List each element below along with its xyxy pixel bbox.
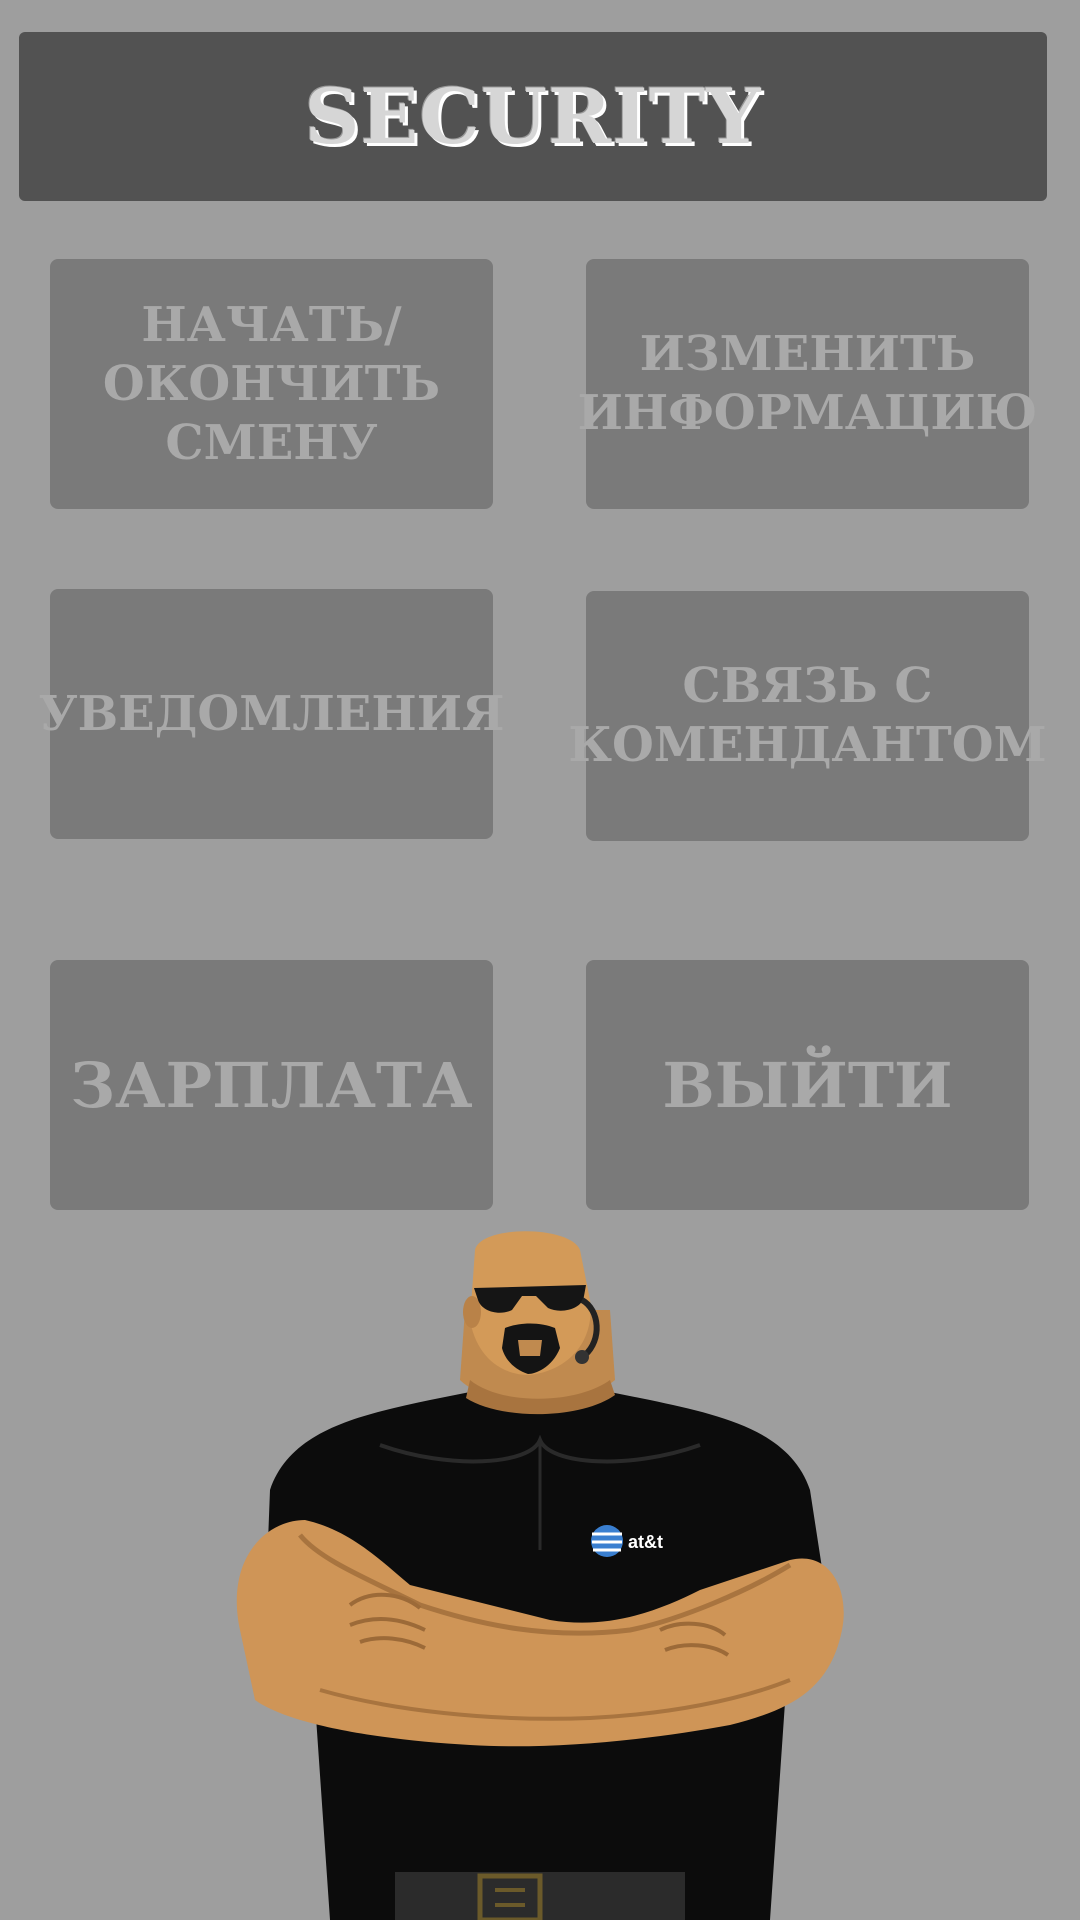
start-end-shift-button[interactable]: НАЧАТЬ/ ОКОНЧИТЬ СМЕНУ — [50, 259, 493, 509]
exit-label: ВЫЙТИ — [662, 1048, 953, 1122]
start-end-shift-label: НАЧАТЬ/ ОКОНЧИТЬ СМЕНУ — [102, 296, 441, 471]
edit-info-label: ИЗМЕНИТЬ ИНФОРМАЦИЮ — [577, 326, 1038, 441]
edit-info-button[interactable]: ИЗМЕНИТЬ ИНФОРМАЦИЮ — [578, 259, 1037, 509]
salary-label: ЗАРПЛАТА — [70, 1048, 473, 1122]
shirt-logo-text: at&t — [628, 1532, 663, 1552]
app-header: SECURITY — [19, 32, 1047, 201]
security-guard-illustration: at&t — [236, 1231, 844, 1920]
salary-button[interactable]: ЗАРПЛАТА — [50, 960, 493, 1210]
exit-button[interactable]: ВЫЙТИ — [586, 960, 1029, 1210]
notifications-label: УВЕДОМЛЕНИЯ — [38, 685, 505, 742]
contact-commandant-button[interactable]: СВЯЗЬ С КОМЕНДАНТОМ — [568, 591, 1047, 841]
contact-commandant-label: СВЯЗЬ С КОМЕНДАНТОМ — [568, 658, 1047, 773]
app-title: SECURITY — [304, 72, 762, 161]
notifications-button[interactable]: УВЕДОМЛЕНИЯ — [39, 589, 504, 839]
